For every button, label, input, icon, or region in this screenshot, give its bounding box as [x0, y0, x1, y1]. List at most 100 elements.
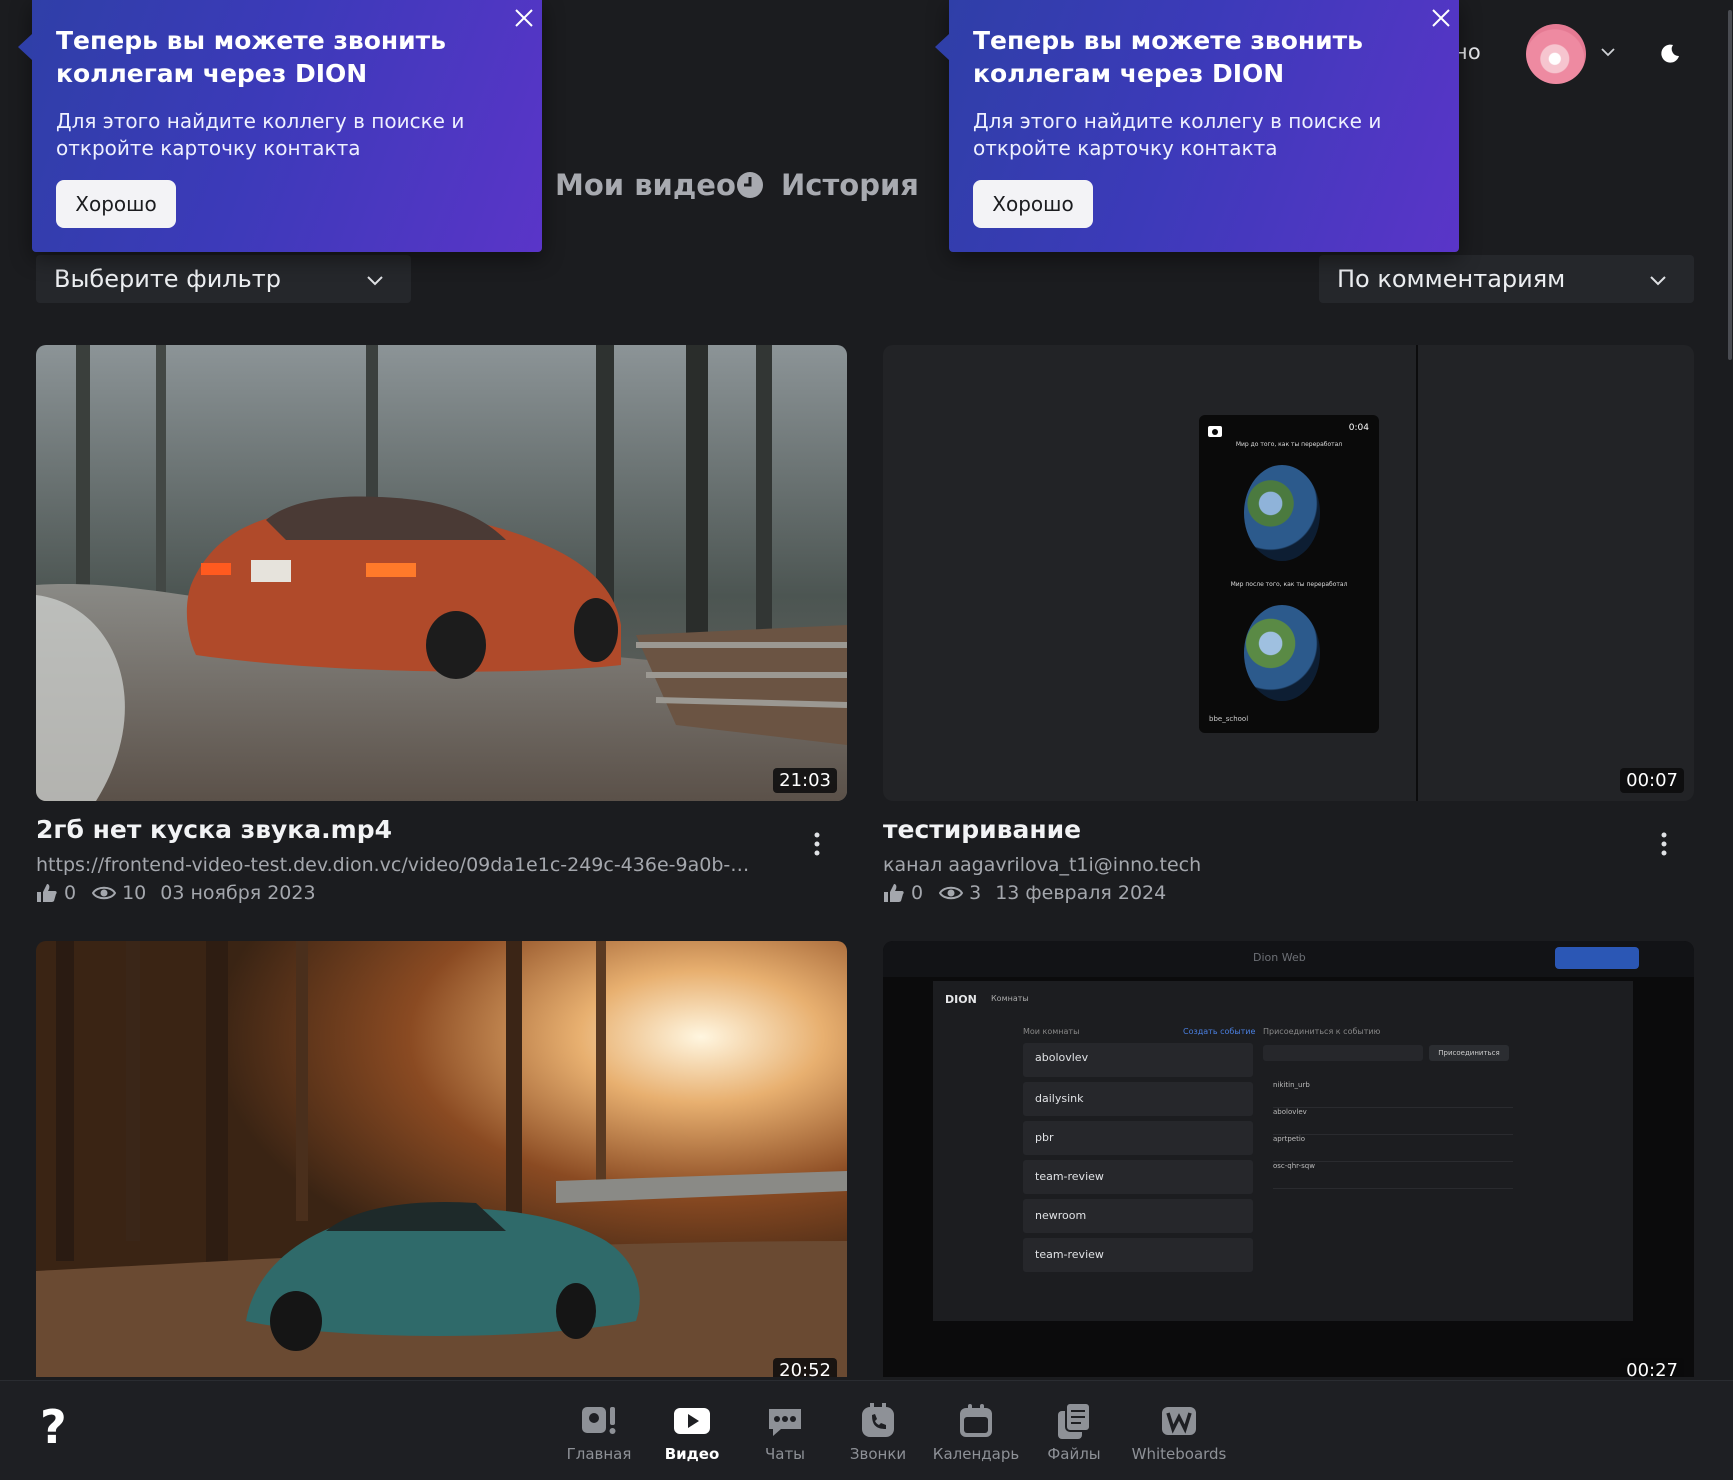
preview-right-item: nikitin_urb — [1273, 1081, 1513, 1108]
preview-join-input — [1263, 1045, 1423, 1061]
phone-handle: bbe_school — [1209, 715, 1249, 723]
tab-my-videos[interactable]: Мои видео — [555, 168, 736, 202]
video-channel[interactable]: канал aagavrilova_t1i@inno.tech — [883, 854, 1603, 876]
files-icon — [1058, 1402, 1091, 1439]
preview-nav-rooms: Комнаты — [991, 994, 1029, 1003]
bottom-nav: Главная Видео Чаты Звонки Календарь Файл… — [0, 1380, 1733, 1480]
chevron-down-icon — [1650, 276, 1666, 286]
video-title[interactable]: тестиривание — [883, 815, 1081, 844]
likes-count: 0 — [64, 882, 77, 904]
preview-room-item: team-review — [1023, 1160, 1253, 1194]
call-feature-popover: Теперь вы можете звонить коллегам через … — [935, 0, 1459, 252]
preview-right-item: osc-qhr-sqw — [1273, 1162, 1513, 1189]
preview-create-event: Создать событие — [1183, 1027, 1256, 1036]
sort-select[interactable]: По комментариям — [1319, 255, 1694, 303]
nav-label: Главная — [566, 1445, 632, 1463]
ok-button[interactable]: Хорошо — [973, 180, 1093, 228]
video-duration: 21:03 — [773, 768, 837, 793]
chat-icon — [769, 1409, 801, 1436]
calendar-icon — [960, 1404, 992, 1437]
nav-label: Календарь — [932, 1445, 1020, 1463]
popover-text: Для этого найдите коллегу в поиске и отк… — [56, 109, 465, 160]
nav-item-whiteboards[interactable]: Whiteboards — [1124, 1401, 1234, 1463]
nav-label: Звонки — [849, 1445, 907, 1463]
scrollbar-thumb[interactable] — [1728, 10, 1732, 360]
eye-icon — [92, 886, 117, 900]
video-divider — [1416, 345, 1418, 801]
earth-image — [1244, 605, 1320, 701]
nav-label: Файлы — [1047, 1445, 1101, 1463]
camera-icon — [1208, 426, 1222, 437]
preview-room-item: newroom — [1023, 1199, 1253, 1233]
video-date: 13 февраля 2024 — [995, 882, 1167, 904]
preview-right-item: aprtpetio — [1273, 1135, 1513, 1162]
preview-window-bar: Dion Web — [883, 941, 1694, 977]
nav-item-calls[interactable]: Звонки — [823, 1401, 933, 1463]
clock-icon — [737, 172, 763, 198]
preview-window-button — [1555, 947, 1639, 969]
nav-label: Видео — [664, 1445, 720, 1463]
whiteboard-icon — [1162, 1407, 1196, 1435]
more-options-icon[interactable] — [807, 830, 827, 858]
avatar[interactable] — [1526, 24, 1586, 84]
video-meta: 0 10 03 ноября 2023 — [36, 882, 316, 904]
autumn-forest-car-thumbnail — [36, 941, 847, 1377]
preview-room-list: abolovlev dailysink pbr team-review newr… — [1023, 1043, 1253, 1277]
video-thumbnail[interactable]: 21:03 — [36, 345, 847, 801]
popover-title: Теперь вы можете звонить коллегам через … — [973, 26, 1363, 88]
views-count: 3 — [969, 882, 982, 904]
help-button[interactable]: ? — [40, 1400, 67, 1454]
call-feature-popover: Теперь вы можете звонить коллегам через … — [18, 0, 542, 252]
video-duration: 00:07 — [1620, 768, 1684, 793]
popover-arrow — [935, 34, 949, 60]
snowy-forest-car-thumbnail — [36, 345, 847, 801]
popover-arrow — [18, 34, 32, 60]
phone-caption-top: Мир до того, как ты переработал — [1235, 441, 1343, 448]
preview-room-item: pbr — [1023, 1121, 1253, 1155]
more-options-icon[interactable] — [1654, 830, 1674, 858]
preview-join-header: Присоединиться к событию — [1263, 1027, 1381, 1036]
nav-label: Чаты — [764, 1445, 806, 1463]
video-title[interactable]: 2гб нет куска звука.mp4 — [36, 815, 392, 844]
preview-logo: DION — [945, 993, 977, 1006]
video-meta: 0 3 13 февраля 2024 — [883, 882, 1166, 904]
nav-label: Whiteboards — [1131, 1445, 1227, 1463]
filter-select[interactable]: Выберите фильтр — [36, 255, 411, 303]
close-icon[interactable] — [512, 6, 536, 30]
video-thumbnail[interactable]: 0:04 Мир до того, как ты переработал Мир… — [883, 345, 1694, 801]
eye-icon — [939, 886, 964, 900]
preview-right-list: nikitin_urb abolovlev aprtpetio osc-qhr-… — [1273, 1081, 1513, 1189]
moon-icon[interactable] — [1658, 42, 1682, 66]
video-link[interactable]: https://frontend-video-test.dev.dion.vc/… — [36, 854, 756, 876]
phone-icon — [862, 1403, 894, 1437]
phone-caption-bottom: Мир после того, как ты переработал — [1230, 581, 1348, 588]
preview-room-item: abolovlev — [1023, 1043, 1253, 1077]
views-count: 10 — [122, 882, 147, 904]
preview-window-title: Dion Web — [1253, 951, 1306, 964]
close-icon[interactable] — [1429, 6, 1453, 30]
phone-preview: 0:04 Мир до того, как ты переработал Мир… — [1199, 415, 1379, 733]
phone-time: 0:04 — [1348, 423, 1369, 433]
chevron-down-icon[interactable] — [1600, 44, 1616, 60]
nav-item-calendar[interactable]: Календарь — [921, 1401, 1031, 1463]
tab-history[interactable]: История — [781, 168, 919, 202]
earth-image — [1244, 465, 1320, 561]
sort-select-label: По комментариям — [1337, 265, 1566, 293]
video-date: 03 ноября 2023 — [160, 882, 316, 904]
likes-count: 0 — [911, 882, 924, 904]
preview-room-item: dailysink — [1023, 1082, 1253, 1116]
filter-select-label: Выберите фильтр — [54, 265, 282, 293]
preview-right-item: abolovlev — [1273, 1108, 1513, 1135]
ok-button[interactable]: Хорошо — [56, 180, 176, 228]
home-icon — [582, 1407, 616, 1434]
thumbs-up-icon[interactable] — [883, 883, 905, 903]
video-thumbnail[interactable]: Dion Web DION Комнаты Мои комнаты Создат… — [883, 941, 1694, 1377]
video-thumbnail[interactable]: 20:52 — [36, 941, 847, 1377]
video-duration: 20:52 — [773, 1358, 837, 1377]
video-duration: 00:27 — [1620, 1358, 1684, 1377]
preview-room-item: team-review — [1023, 1238, 1253, 1272]
nav-item-files[interactable]: Файлы — [1019, 1401, 1129, 1463]
popover-title: Теперь вы можете звонить коллегам через … — [56, 26, 446, 88]
preview-app: DION Комнаты Мои комнаты Создать событие… — [933, 981, 1633, 1321]
thumbs-up-icon[interactable] — [36, 883, 58, 903]
